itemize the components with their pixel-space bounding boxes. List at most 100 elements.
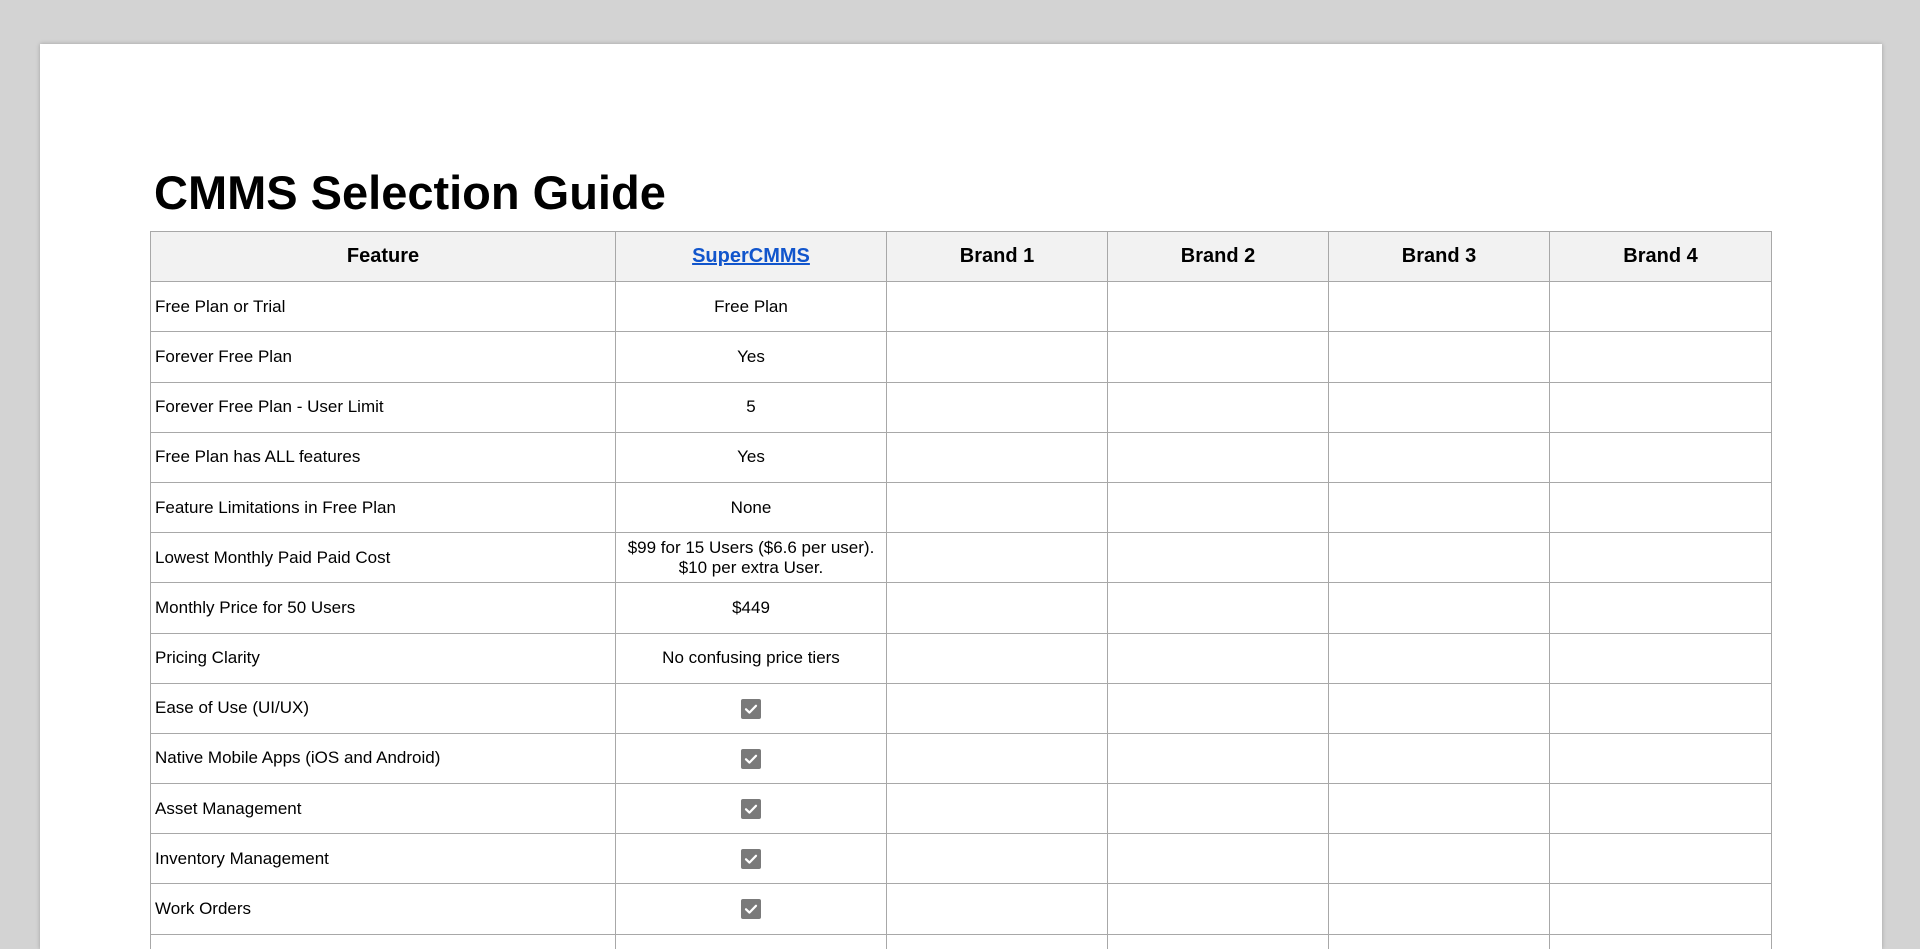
supercmms-value-cell[interactable]: Free Plan xyxy=(615,281,887,333)
table-row: Native Mobile Apps (iOS and Android) xyxy=(150,732,1772,785)
brand-1-cell[interactable] xyxy=(886,582,1108,634)
brand-2-cell[interactable] xyxy=(1107,381,1329,433)
header-brand-4: Brand 4 xyxy=(1549,230,1772,283)
feature-cell: Ease of Use (UI/UX) xyxy=(150,682,616,734)
brand-1-cell[interactable] xyxy=(886,381,1108,433)
brand-3-cell[interactable] xyxy=(1328,481,1550,534)
table-row: Pricing Clarity No confusing price tiers xyxy=(150,632,1772,684)
brand-1-cell[interactable] xyxy=(886,933,1108,949)
brand-1-cell[interactable] xyxy=(886,481,1108,534)
brand-4-cell[interactable] xyxy=(1549,431,1772,483)
feature-cell: Asset Management xyxy=(150,783,616,835)
feature-cell: Monthly Price for 50 Users xyxy=(150,582,616,634)
document-title: CMMS Selection Guide xyxy=(154,166,666,219)
supercmms-value-cell[interactable]: Yes xyxy=(615,431,887,483)
table-row: Inventory Management xyxy=(150,833,1772,885)
brand-4-cell[interactable] xyxy=(1549,381,1772,433)
brand-3-cell[interactable] xyxy=(1328,431,1550,483)
brand-4-cell[interactable] xyxy=(1549,783,1772,835)
brand-1-cell[interactable] xyxy=(886,833,1108,885)
brand-4-cell[interactable] xyxy=(1549,331,1772,383)
brand-1-cell[interactable] xyxy=(886,732,1108,785)
supercmms-value-cell[interactable]: None xyxy=(615,481,887,534)
supercmms-value-cell[interactable]: Yes xyxy=(615,331,887,383)
brand-4-cell[interactable] xyxy=(1549,732,1772,785)
brand-2-cell[interactable] xyxy=(1107,682,1329,734)
brand-2-cell[interactable] xyxy=(1107,431,1329,483)
brand-2-cell[interactable] xyxy=(1107,481,1329,534)
checkbox-checked-icon[interactable] xyxy=(741,748,761,769)
brand-2-cell[interactable] xyxy=(1107,732,1329,785)
brand-2-cell[interactable] xyxy=(1107,783,1329,835)
brand-1-cell[interactable] xyxy=(886,883,1108,935)
brand-3-cell[interactable] xyxy=(1328,632,1550,684)
brand-4-cell[interactable] xyxy=(1549,933,1772,949)
brand-1-cell[interactable] xyxy=(886,431,1108,483)
feature-cell: Native Mobile Apps (iOS and Android) xyxy=(150,732,616,785)
supercmms-value-cell[interactable]: $449 xyxy=(615,582,887,634)
brand-1-cell[interactable] xyxy=(886,532,1108,584)
feature-cell: Lowest Monthly Paid Paid Cost xyxy=(150,532,616,584)
table-row: Asset Management xyxy=(150,783,1772,835)
brand-2-cell[interactable] xyxy=(1107,532,1329,584)
table-row: Forever Free Plan - User Limit 5 xyxy=(150,381,1772,433)
header-brand-1: Brand 1 xyxy=(886,230,1108,283)
brand-1-cell[interactable] xyxy=(886,331,1108,383)
checkbox-checked-icon[interactable] xyxy=(741,698,761,719)
supercmms-value-cell xyxy=(615,732,887,785)
feature-cell xyxy=(150,933,616,949)
brand-2-cell[interactable] xyxy=(1107,281,1329,333)
brand-2-cell[interactable] xyxy=(1107,582,1329,634)
brand-2-cell[interactable] xyxy=(1107,883,1329,935)
table-row: Free Plan has ALL features Yes xyxy=(150,431,1772,483)
brand-3-cell[interactable] xyxy=(1328,783,1550,835)
supercmms-value-cell xyxy=(615,883,887,935)
comparison-table: Feature SuperCMMS Brand 1 Brand 2 Brand … xyxy=(150,230,1772,949)
brand-2-cell[interactable] xyxy=(1107,833,1329,885)
brand-4-cell[interactable] xyxy=(1549,883,1772,935)
brand-2-cell[interactable] xyxy=(1107,331,1329,383)
checkbox-checked-icon[interactable] xyxy=(741,798,761,819)
brand-3-cell[interactable] xyxy=(1328,682,1550,734)
value-line: $10 per extra User. xyxy=(678,557,824,577)
checkbox-checked-icon[interactable] xyxy=(741,849,761,870)
brand-1-cell[interactable] xyxy=(886,783,1108,835)
brand-4-cell[interactable] xyxy=(1549,532,1772,584)
supercmms-value-cell[interactable] xyxy=(615,933,887,949)
brand-3-cell[interactable] xyxy=(1328,933,1550,949)
brand-1-cell[interactable] xyxy=(886,281,1108,333)
brand-4-cell[interactable] xyxy=(1549,632,1772,684)
header-brand-3: Brand 3 xyxy=(1328,230,1550,283)
brand-4-cell[interactable] xyxy=(1549,682,1772,734)
brand-3-cell[interactable] xyxy=(1328,381,1550,433)
brand-3-cell[interactable] xyxy=(1328,532,1550,584)
brand-4-cell[interactable] xyxy=(1549,582,1772,634)
header-supercmms: SuperCMMS xyxy=(615,230,887,283)
supercmms-value-cell[interactable]: $99 for 15 Users ($6.6 per user). $10 pe… xyxy=(615,532,887,584)
table-row: Feature Limitations in Free Plan None xyxy=(150,481,1772,534)
supercmms-value-cell[interactable]: 5 xyxy=(615,381,887,433)
brand-3-cell[interactable] xyxy=(1328,833,1550,885)
brand-2-cell[interactable] xyxy=(1107,933,1329,949)
header-brand-2: Brand 2 xyxy=(1107,230,1329,283)
checkbox-checked-icon[interactable] xyxy=(741,899,761,920)
feature-cell: Feature Limitations in Free Plan xyxy=(150,481,616,534)
brand-1-cell[interactable] xyxy=(886,632,1108,684)
brand-3-cell[interactable] xyxy=(1328,281,1550,333)
brand-3-cell[interactable] xyxy=(1328,582,1550,634)
brand-1-cell[interactable] xyxy=(886,682,1108,734)
brand-4-cell[interactable] xyxy=(1549,281,1772,333)
supercmms-value-cell[interactable]: No confusing price tiers xyxy=(615,632,887,684)
brand-3-cell[interactable] xyxy=(1328,732,1550,785)
feature-cell: Work Orders xyxy=(150,883,616,935)
brand-4-cell[interactable] xyxy=(1549,481,1772,534)
brand-2-cell[interactable] xyxy=(1107,632,1329,684)
supercmms-link[interactable]: SuperCMMS xyxy=(692,245,810,267)
table-row: Lowest Monthly Paid Paid Cost $99 for 15… xyxy=(150,532,1772,584)
table-row: Free Plan or Trial Free Plan xyxy=(150,281,1772,333)
brand-4-cell[interactable] xyxy=(1549,833,1772,885)
document-page: CMMS Selection Guide Feature SuperCMMS B… xyxy=(40,44,1882,949)
supercmms-value-cell xyxy=(615,783,887,835)
brand-3-cell[interactable] xyxy=(1328,883,1550,935)
brand-3-cell[interactable] xyxy=(1328,331,1550,383)
